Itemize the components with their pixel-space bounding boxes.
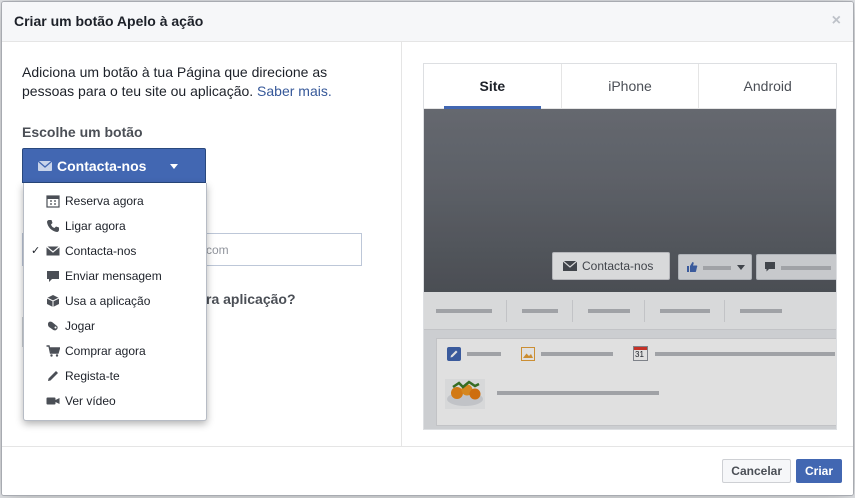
pencil-icon [46, 369, 60, 383]
tab-android[interactable]: Android [699, 64, 836, 108]
check-icon: ✓ [31, 245, 41, 257]
menu-item-regista-te[interactable]: Regista-te [24, 363, 206, 388]
tab-site[interactable]: Site [424, 64, 562, 109]
dialog-body: Adiciona um botão à tua Página que direc… [2, 42, 853, 448]
learn-more-link[interactable]: Saber mais. [257, 83, 332, 99]
menu-item-jogar[interactable]: Jogar [24, 313, 206, 338]
gamepad-icon [46, 319, 60, 333]
cube-icon [46, 294, 60, 308]
dialog-title: Criar um botão Apelo à ação [14, 13, 204, 29]
page-preview: Site iPhone Android Contacta-nos 31 [423, 63, 837, 430]
envelope-icon [38, 160, 52, 171]
chevron-down-icon [170, 164, 178, 169]
cancel-button[interactable]: Cancelar [722, 459, 791, 483]
envelope-icon [46, 244, 60, 258]
app-question-label: ra aplicação? [206, 291, 296, 307]
cart-icon [46, 344, 60, 358]
dropdown-selected-label: Contacta-nos [57, 157, 147, 174]
choose-button-label: Escolhe um botão [22, 124, 143, 140]
cta-dialog: Criar um botão Apelo à ação × Adiciona u… [1, 1, 854, 496]
menu-item-reserva-agora[interactable]: Reserva agora [24, 188, 206, 213]
create-button[interactable]: Criar [795, 459, 842, 483]
preview-column: Site iPhone Android Contacta-nos 31 [402, 42, 853, 448]
menu-item-comprar-agora[interactable]: Comprar agora [24, 338, 206, 363]
phone-icon [46, 219, 60, 233]
menu-item-ver-video[interactable]: Ver vídeo [24, 388, 206, 413]
preview-dim-overlay [424, 109, 836, 429]
dialog-header: Criar um botão Apelo à ação × [2, 2, 853, 42]
menu-item-enviar-mensagem[interactable]: Enviar mensagem [24, 263, 206, 288]
video-camera-icon [46, 394, 60, 408]
dialog-footer: Cancelar Criar [2, 446, 853, 495]
settings-column: Adiciona um botão à tua Página que direc… [2, 42, 402, 448]
chat-bubble-icon [46, 269, 60, 283]
button-type-dropdown[interactable]: Contacta-nos [22, 148, 206, 183]
menu-item-ligar-agora[interactable]: Ligar agora [24, 213, 206, 238]
menu-item-contacta-nos[interactable]: ✓ Contacta-nos [24, 238, 206, 263]
preview-tabs: Site iPhone Android [424, 64, 836, 109]
button-type-menu: Reserva agora Ligar agora ✓ Contacta-nos… [23, 183, 207, 421]
tab-iphone[interactable]: iPhone [562, 64, 700, 108]
url-fragment: com [206, 243, 229, 257]
menu-item-usa-a-aplicacao[interactable]: Usa a aplicação [24, 288, 206, 313]
close-icon[interactable]: × [832, 12, 841, 30]
calendar-icon [46, 194, 60, 208]
description-text: Adiciona um botão à tua Página que direc… [22, 64, 332, 99]
